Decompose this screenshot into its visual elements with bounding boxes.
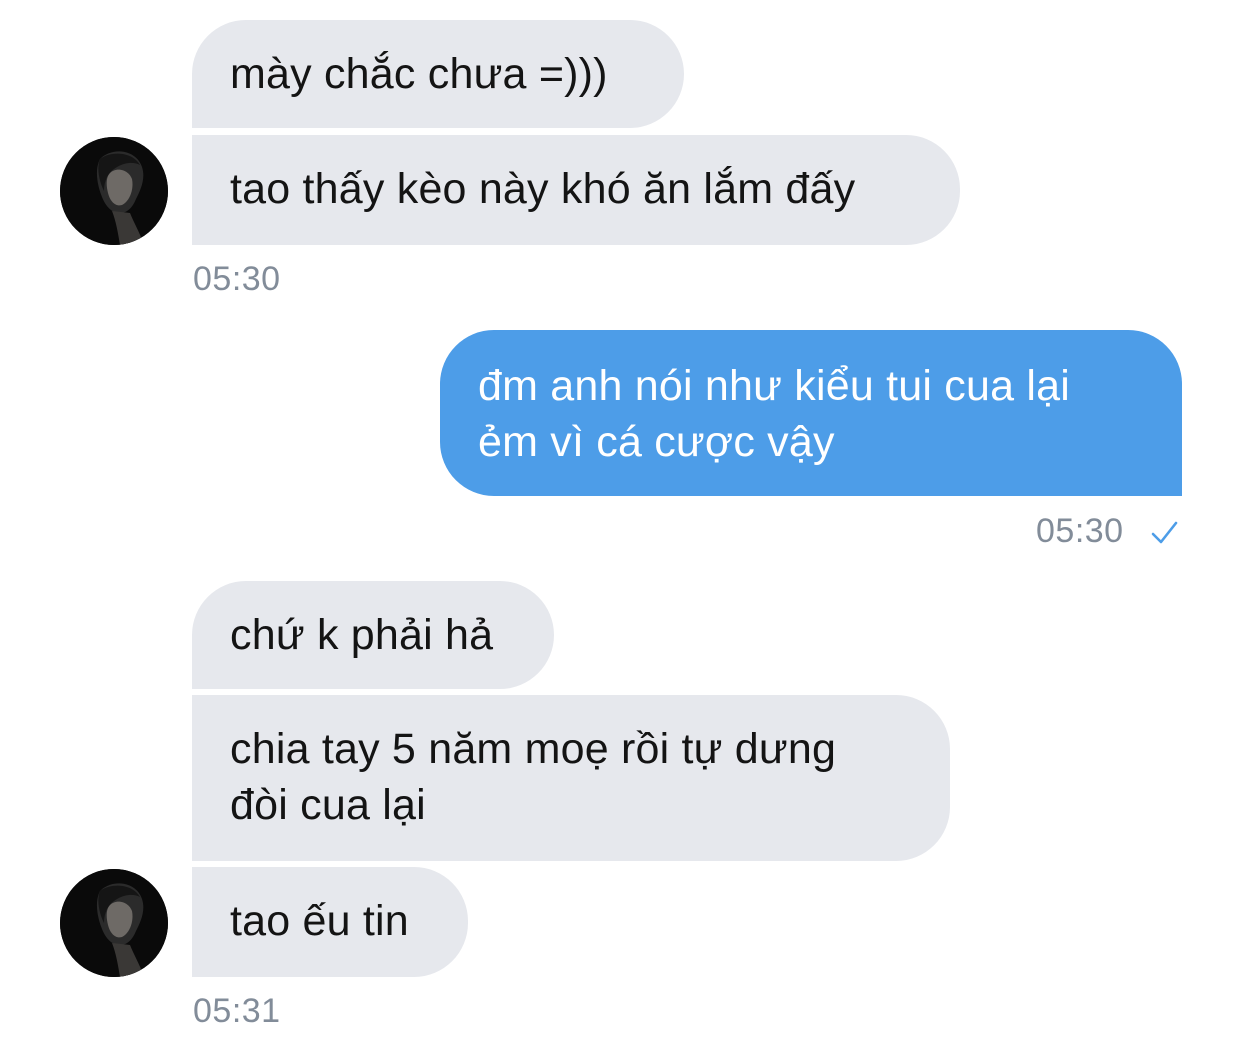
chat-thread[interactable]: mày chắc chưa =))) tao thấy kèo này khó … <box>0 0 1242 1051</box>
message-text: mày chắc chưa =))) <box>230 50 608 98</box>
message-text-line: chia tay 5 năm moẹ rồi tự dưng <box>230 725 837 773</box>
outgoing-message-bubble[interactable]: đm anh nói như kiểu tui cua lại ẻm vì cá… <box>440 330 1182 496</box>
incoming-message-bubble[interactable]: tao thấy kèo này khó ăn lắm đấy <box>192 135 960 245</box>
message-text: chứ k phải hả <box>230 611 494 659</box>
message-timestamp: 05:31 <box>193 992 281 1030</box>
person-icon <box>60 137 168 245</box>
message-text-line: ẻm vì cá cược vậy <box>478 418 835 466</box>
check-icon <box>1151 521 1178 544</box>
avatar[interactable] <box>60 869 168 977</box>
incoming-message-bubble[interactable]: chứ k phải hả <box>192 581 554 689</box>
incoming-message-bubble[interactable]: mày chắc chưa =))) <box>192 20 684 128</box>
message-timestamp: 05:30 <box>1036 512 1124 550</box>
avatar[interactable] <box>60 137 168 245</box>
message-text-line: đm anh nói như kiểu tui cua lại <box>478 362 1070 410</box>
message-text: tao thấy kèo này khó ăn lắm đấy <box>230 165 856 213</box>
message-text: tao ếu tin <box>230 897 409 945</box>
incoming-message-bubble[interactable]: chia tay 5 năm moẹ rồi tự dưng đòi cua l… <box>192 695 950 861</box>
message-text-line: đòi cua lại <box>230 781 426 829</box>
incoming-message-bubble[interactable]: tao ếu tin <box>192 867 468 977</box>
person-icon <box>60 869 168 977</box>
message-timestamp: 05:30 <box>193 260 281 298</box>
